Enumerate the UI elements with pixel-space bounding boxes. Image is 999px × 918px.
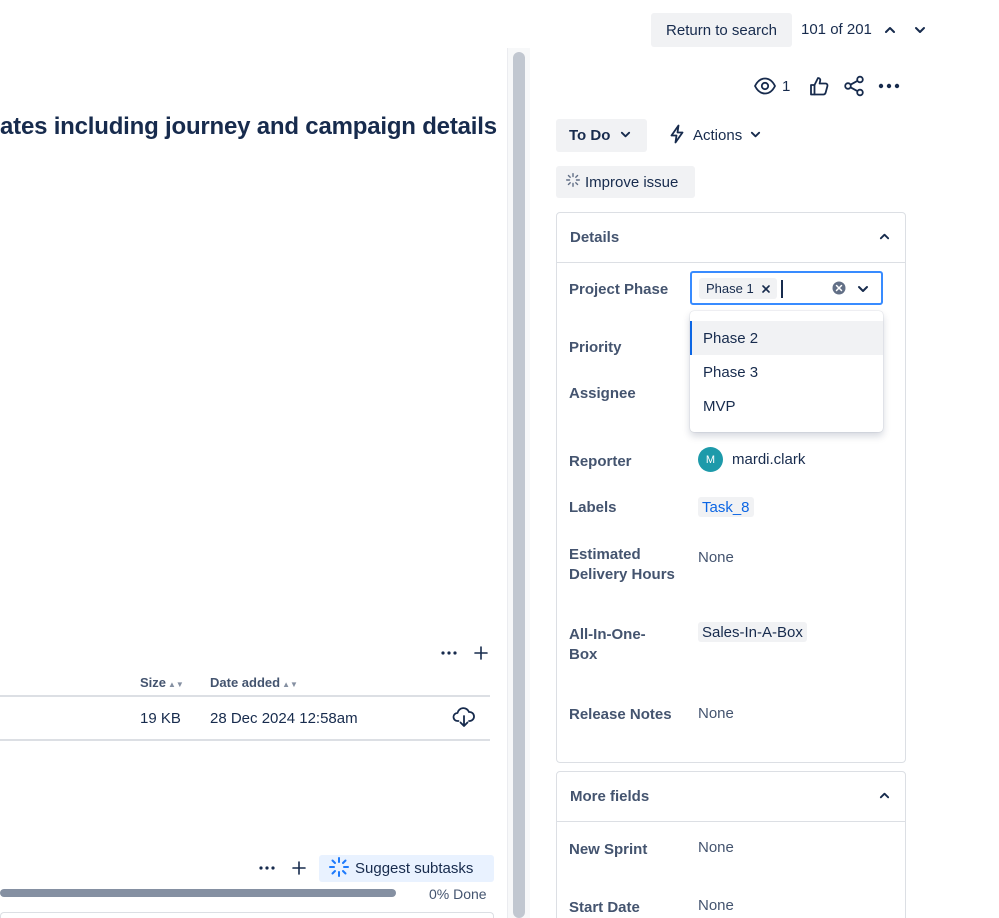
start-date-label: Start Date bbox=[569, 899, 640, 916]
return-to-search-button[interactable]: Return to search bbox=[651, 13, 792, 47]
project-phase-select[interactable]: Phase 1 bbox=[690, 271, 883, 305]
new-sprint-label: New Sprint bbox=[569, 841, 648, 858]
lightning-bolt-icon bbox=[669, 124, 685, 148]
subtasks-progress-label: 0% Done bbox=[429, 886, 487, 902]
clear-selection-icon[interactable] bbox=[832, 281, 846, 295]
reporter-name[interactable]: mardi.clark bbox=[732, 451, 805, 468]
label-chip[interactable]: Task_8 bbox=[698, 497, 754, 517]
more-options-icon[interactable] bbox=[878, 78, 900, 94]
project-phase-dropdown-menu: Phase 2 Phase 3 MVP bbox=[690, 311, 883, 432]
table-row-divider bbox=[0, 739, 490, 741]
details-header-label: Details bbox=[570, 229, 620, 246]
remove-chip-icon[interactable] bbox=[761, 281, 770, 296]
add-subtask-icon[interactable] bbox=[288, 858, 310, 878]
previous-issue-icon[interactable] bbox=[880, 19, 900, 41]
improve-issue-button[interactable]: Improve issue bbox=[556, 166, 695, 198]
chevron-down-icon[interactable] bbox=[857, 282, 869, 294]
next-issue-icon[interactable] bbox=[910, 19, 930, 41]
selected-phase-chip-label: Phase 1 bbox=[706, 281, 754, 296]
issue-pager-count: 101 of 201 bbox=[801, 21, 872, 38]
improve-issue-label: Improve issue bbox=[585, 173, 679, 191]
all-in-one-box-label: All-In-One-Box bbox=[569, 626, 646, 663]
all-in-one-box-value[interactable]: Sales-In-A-Box bbox=[698, 622, 807, 642]
ai-sparkle-icon bbox=[566, 173, 580, 191]
release-notes-label: Release Notes bbox=[569, 706, 672, 723]
size-column-header[interactable]: Size ▲▼ bbox=[140, 675, 184, 690]
attachments-more-icon[interactable] bbox=[438, 643, 460, 663]
subtasks-progress-bar bbox=[0, 889, 396, 897]
chevron-down-icon bbox=[750, 127, 761, 144]
subtask-list-card bbox=[0, 912, 494, 918]
download-cloud-icon[interactable] bbox=[452, 706, 476, 728]
option-phase-3[interactable]: Phase 3 bbox=[690, 355, 883, 389]
chevron-up-icon bbox=[879, 788, 890, 805]
assignee-label: Assignee bbox=[569, 385, 636, 402]
project-phase-label: Project Phase bbox=[569, 281, 669, 298]
estimated-hours-label: Estimated Delivery Hours bbox=[569, 546, 675, 583]
estimated-hours-value[interactable]: None bbox=[698, 549, 734, 566]
labels-label: Labels bbox=[569, 499, 617, 516]
chevron-up-icon bbox=[879, 229, 890, 246]
chevron-down-icon bbox=[620, 127, 631, 144]
start-date-value[interactable]: None bbox=[698, 897, 734, 914]
status-dropdown-button[interactable]: To Do bbox=[556, 119, 647, 152]
ai-sparkle-icon bbox=[329, 856, 349, 881]
status-label: To Do bbox=[569, 127, 611, 144]
priority-label: Priority bbox=[569, 339, 622, 356]
more-fields-header-label: More fields bbox=[570, 788, 650, 805]
issue-title[interactable]: ates including journey and campaign deta… bbox=[0, 113, 497, 141]
thumbs-up-icon[interactable] bbox=[808, 75, 830, 97]
more-fields-header[interactable]: More fields bbox=[557, 772, 905, 822]
option-mvp[interactable]: MVP bbox=[690, 389, 883, 423]
text-cursor bbox=[781, 280, 783, 298]
suggest-subtasks-label: Suggest subtasks bbox=[355, 860, 474, 877]
attachment-size: 19 KB bbox=[140, 710, 181, 727]
option-phase-2[interactable]: Phase 2 bbox=[690, 321, 883, 355]
actions-dropdown-button[interactable]: Actions bbox=[662, 119, 780, 152]
selected-phase-chip: Phase 1 bbox=[699, 278, 777, 299]
avatar: M bbox=[698, 447, 723, 472]
release-notes-value[interactable]: None bbox=[698, 705, 734, 722]
add-attachment-icon[interactable] bbox=[470, 643, 492, 663]
date-added-column-header[interactable]: Date added ▲▼ bbox=[210, 675, 298, 690]
watch-eye-icon[interactable] bbox=[753, 76, 777, 96]
details-header[interactable]: Details bbox=[557, 213, 905, 263]
actions-label: Actions bbox=[693, 127, 743, 144]
table-header-divider bbox=[0, 695, 490, 697]
reporter-label: Reporter bbox=[569, 453, 632, 470]
attachment-date: 28 Dec 2024 12:58am bbox=[210, 710, 358, 727]
share-icon[interactable] bbox=[843, 75, 865, 97]
suggest-subtasks-button[interactable]: Suggest subtasks bbox=[319, 855, 494, 882]
scrollbar-thumb[interactable] bbox=[513, 52, 525, 918]
watchers-count[interactable]: 1 bbox=[782, 78, 790, 95]
new-sprint-value[interactable]: None bbox=[698, 839, 734, 856]
subtasks-more-icon[interactable] bbox=[256, 858, 278, 878]
